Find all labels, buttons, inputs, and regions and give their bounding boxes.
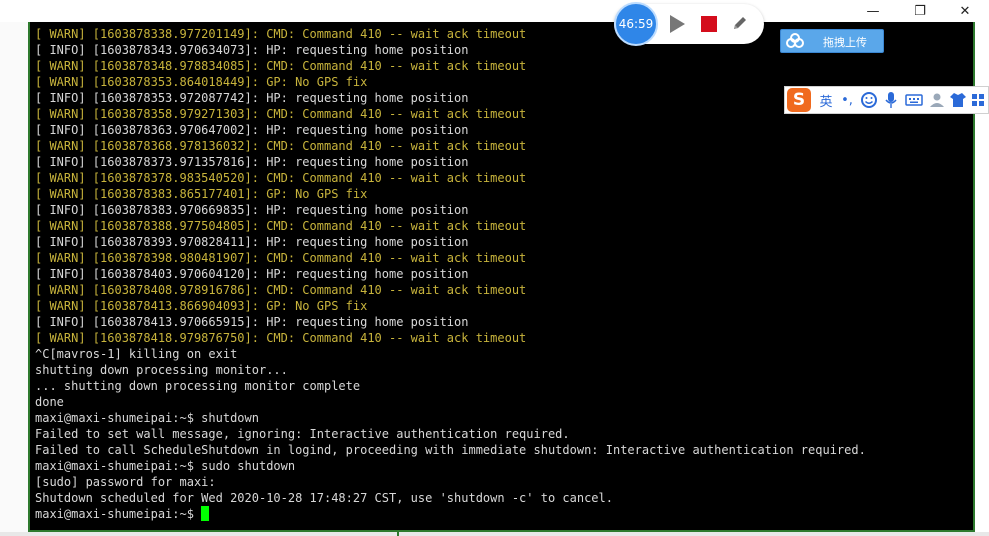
terminal-line: [ WARN] [1603878398.980481907]: CMD: Com…	[35, 251, 527, 265]
terminal-line: [ WARN] [1603878408.978916786]: CMD: Com…	[35, 283, 527, 297]
sogou-logo-icon[interactable]: S	[787, 88, 811, 112]
terminal-line: [ INFO] [1603878393.970828411]: HP: requ…	[35, 235, 469, 249]
ime-language-toggle[interactable]: 英	[817, 90, 835, 110]
ime-punctuation-toggle[interactable]: •,	[839, 90, 855, 110]
emoji-icon[interactable]	[859, 90, 879, 110]
terminal-line: [ INFO] [1603878363.970647002]: HP: requ…	[35, 123, 469, 137]
terminal-line: ^C[mavros-1] killing on exit	[35, 347, 238, 361]
terminal-line: Failed to call ScheduleShutdown in login…	[35, 443, 866, 457]
terminal-line: [ INFO] [1603878373.971357816]: HP: requ…	[35, 155, 469, 169]
terminal-line: [ INFO] [1603878383.970669835]: HP: requ…	[35, 203, 469, 217]
terminal-line: [ INFO] [1603878413.970665915]: HP: requ…	[35, 315, 469, 329]
terminal-line: done	[35, 395, 64, 409]
terminal-prompt-line[interactable]: maxi@maxi-shumeipai:~$	[35, 506, 973, 522]
terminal-line: [ WARN] [1603878348.978834085]: CMD: Com…	[35, 59, 527, 73]
terminal-line: [ WARN] [1603878368.978136032]: CMD: Com…	[35, 139, 527, 153]
ime-toolbar: S 英 •,	[784, 86, 989, 114]
terminal-line: Shutdown scheduled for Wed 2020-10-28 17…	[35, 491, 613, 505]
keyboard-icon[interactable]	[904, 90, 924, 110]
drag-upload-button[interactable]: 拖拽上传	[780, 29, 884, 53]
title-bar: — ❐ ✕	[0, 0, 989, 22]
terminal-line: maxi@maxi-shumeipai:~$ shutdown	[35, 411, 259, 425]
user-icon[interactable]	[928, 90, 946, 110]
terminal-line: shutting down processing monitor...	[35, 363, 288, 377]
terminal-line: maxi@maxi-shumeipai:~$ sudo shutdown	[35, 459, 296, 473]
screen-recorder-widget: 46:59	[614, 2, 764, 46]
terminal-line: [ INFO] [1603878403.970604120]: HP: requ…	[35, 267, 469, 281]
close-button[interactable]: ✕	[948, 0, 982, 22]
grid-icon[interactable]	[970, 90, 986, 110]
terminal-line: [ WARN] [1603878378.983540520]: CMD: Com…	[35, 171, 527, 185]
recording-timer: 46:59	[614, 2, 658, 46]
shirt-icon[interactable]	[949, 90, 967, 110]
stop-icon[interactable]	[701, 16, 717, 32]
terminal-line: Failed to set wall message, ignoring: In…	[35, 427, 570, 441]
bottom-bar	[0, 532, 989, 536]
terminal-line: [ WARN] [1603878383.865177401]: GP: No G…	[35, 187, 368, 201]
pen-icon[interactable]	[730, 13, 750, 33]
cloud-icon	[786, 33, 804, 48]
terminal-line: [ WARN] [1603878418.979876750]: CMD: Com…	[35, 331, 527, 345]
maximize-button[interactable]: ❐	[903, 0, 937, 22]
terminal-line: [ WARN] [1603878413.866904093]: GP: No G…	[35, 299, 368, 313]
play-icon[interactable]	[670, 15, 685, 33]
terminal-prompt: maxi@maxi-shumeipai:~$	[35, 507, 202, 521]
upload-label: 拖拽上传	[823, 36, 867, 49]
minimize-button[interactable]: —	[856, 0, 890, 22]
bottom-marker	[397, 530, 399, 536]
microphone-icon[interactable]	[883, 90, 899, 110]
terminal-line: ... shutting down processing monitor com…	[35, 379, 361, 393]
left-margin	[0, 22, 28, 536]
terminal-line: [ WARN] [1603878388.977504805]: CMD: Com…	[35, 219, 527, 233]
terminal-cursor	[201, 506, 210, 521]
terminal-line: [sudo] password for maxi:	[35, 475, 216, 489]
